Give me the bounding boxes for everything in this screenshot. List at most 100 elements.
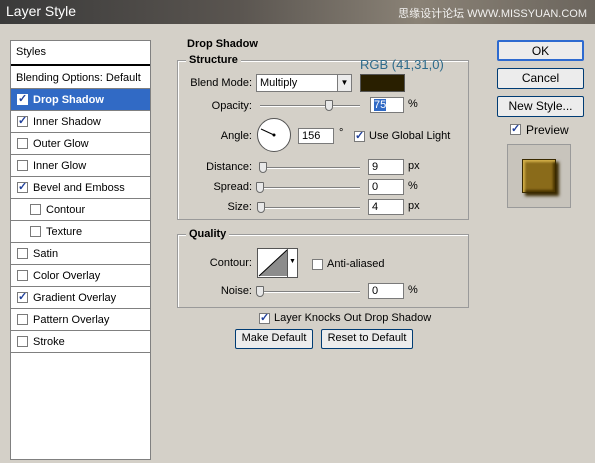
size-label: Size: (227, 201, 252, 213)
opacity-slider[interactable] (260, 100, 360, 111)
make-default-button[interactable]: Make Default (235, 329, 313, 349)
angle-dial[interactable] (257, 118, 291, 152)
distance-slider-thumb[interactable] (258, 162, 267, 173)
dialog-body: Styles Blending Options: Default Drop Sh… (0, 24, 595, 463)
noise-input[interactable]: 0 (368, 283, 404, 299)
distance-slider[interactable] (258, 162, 360, 173)
noise-slider[interactable] (256, 286, 360, 297)
knocks-out-label: Layer Knocks Out Drop Shadow (274, 312, 432, 324)
spread-input[interactable]: 0 (368, 179, 404, 195)
opacity-input[interactable]: 75 (370, 97, 404, 113)
blend-mode-select[interactable]: Multiply ▼ (256, 74, 352, 92)
use-global-light-checkbox[interactable] (354, 129, 365, 142)
contour-dropdown-icon[interactable]: ▼ (287, 249, 297, 277)
chevron-down-icon: ▼ (337, 75, 351, 91)
spread-slider-thumb[interactable] (256, 182, 264, 193)
angle-needle-icon (260, 128, 276, 137)
contour-picker[interactable]: ▼ (257, 248, 298, 278)
size-slider[interactable] (257, 202, 360, 213)
styles-list: Styles Blending Options: Default Drop Sh… (10, 40, 151, 460)
style-item-pattern-overlay[interactable]: Pattern Overlay (11, 309, 150, 331)
title-bar: Layer Style 思缘设计论坛 WWW.MISSYUAN.COM (0, 0, 595, 24)
use-global-light-label: Use Global Light (369, 130, 451, 142)
style-item-checkbox[interactable] (17, 160, 28, 171)
reset-to-default-button[interactable]: Reset to Default (321, 329, 413, 349)
style-item-label: Stroke (33, 336, 65, 348)
style-item-label: Drop Shadow (33, 94, 104, 106)
style-item-checkbox[interactable] (17, 336, 28, 347)
style-item-checkbox[interactable] (17, 114, 28, 127)
size-unit: px (408, 200, 420, 212)
distance-input[interactable]: 9 (368, 159, 404, 175)
opacity-label: Opacity: (211, 100, 252, 112)
preview-tile (522, 159, 556, 193)
angle-input[interactable]: 156 (298, 128, 334, 144)
size-slider-thumb[interactable] (257, 202, 266, 213)
noise-label: Noise: (220, 285, 252, 297)
style-item-outer-glow[interactable]: Outer Glow (11, 133, 150, 155)
opacity-unit: % (408, 98, 418, 110)
opacity-value: 75 (374, 99, 387, 111)
quality-group: Quality Contour: ▼ Anti-aliased Noise: 0… (177, 228, 469, 308)
contour-label: Contour: (209, 257, 252, 269)
style-item-checkbox[interactable] (17, 138, 28, 149)
anti-aliased-label: Anti-aliased (327, 258, 385, 270)
style-item-inner-glow[interactable]: Inner Glow (11, 155, 150, 177)
spread-unit: % (408, 180, 418, 192)
style-item-inner-shadow[interactable]: Inner Shadow (11, 111, 150, 133)
style-item-label: Inner Shadow (33, 116, 101, 128)
cancel-button[interactable]: Cancel (497, 68, 584, 89)
style-item-label: Color Overlay (33, 270, 101, 282)
structure-group: Structure RGB (41,31,0) Blend Mode: Mult… (177, 54, 469, 220)
style-item-gradient-overlay[interactable]: Gradient Overlay (11, 287, 150, 309)
preview-checkbox[interactable] (510, 122, 521, 135)
style-item-stroke[interactable]: Stroke (11, 331, 150, 353)
blending-options-item[interactable]: Blending Options: Default (11, 67, 150, 89)
blend-mode-value: Multiply (260, 77, 298, 89)
style-item-label: Bevel and Emboss (33, 182, 125, 194)
structure-title: Structure (186, 54, 241, 66)
spread-label: Spread: (213, 181, 252, 193)
style-item-label: Gradient Overlay (33, 292, 117, 304)
style-item-label: Outer Glow (33, 138, 89, 150)
spread-slider[interactable] (256, 182, 360, 193)
style-item-contour[interactable]: Contour (11, 199, 150, 221)
new-style-button[interactable]: New Style... (497, 96, 584, 117)
style-item-checkbox[interactable] (17, 290, 28, 303)
preview-box (507, 144, 571, 208)
window-title: Layer Style (6, 3, 77, 19)
blend-mode-label: Blend Mode: (190, 77, 252, 89)
style-item-color-overlay[interactable]: Color Overlay (11, 265, 150, 287)
quality-title: Quality (186, 228, 230, 240)
noise-slider-thumb[interactable] (256, 286, 264, 297)
style-item-label: Contour (46, 204, 86, 216)
style-item-label: Satin (33, 248, 59, 260)
knocks-out-checkbox[interactable] (259, 311, 270, 324)
style-item-drop-shadow[interactable]: Drop Shadow (11, 89, 150, 111)
style-item-checkbox[interactable] (30, 204, 41, 215)
watermark: 思缘设计论坛 WWW.MISSYUAN.COM (398, 8, 587, 20)
distance-unit: px (408, 160, 420, 172)
style-item-checkbox[interactable] (30, 226, 41, 237)
style-item-checkbox[interactable] (17, 314, 28, 325)
style-item-checkbox[interactable] (17, 270, 28, 281)
ok-button[interactable]: OK (497, 40, 584, 61)
distance-label: Distance: (206, 161, 252, 173)
style-item-satin[interactable]: Satin (11, 243, 150, 265)
style-item-checkbox[interactable] (17, 248, 28, 259)
angle-label: Angle: (220, 130, 252, 142)
rgb-note: RGB (41,31,0) (360, 57, 444, 72)
style-item-checkbox[interactable] (17, 180, 28, 193)
styles-header[interactable]: Styles (11, 41, 150, 66)
style-item-bevel-and-emboss[interactable]: Bevel and Emboss (11, 177, 150, 199)
style-item-label: Inner Glow (33, 160, 87, 172)
drop-shadow-title: Drop Shadow (187, 38, 258, 50)
anti-aliased-checkbox[interactable] (312, 259, 323, 270)
style-item-texture[interactable]: Texture (11, 221, 150, 243)
degree-symbol: ° (339, 127, 344, 139)
opacity-slider-thumb[interactable] (325, 100, 333, 111)
preview-label: Preview (526, 123, 569, 137)
size-input[interactable]: 4 (368, 199, 404, 215)
shadow-color-swatch[interactable] (360, 74, 405, 92)
style-item-checkbox[interactable] (17, 92, 28, 105)
